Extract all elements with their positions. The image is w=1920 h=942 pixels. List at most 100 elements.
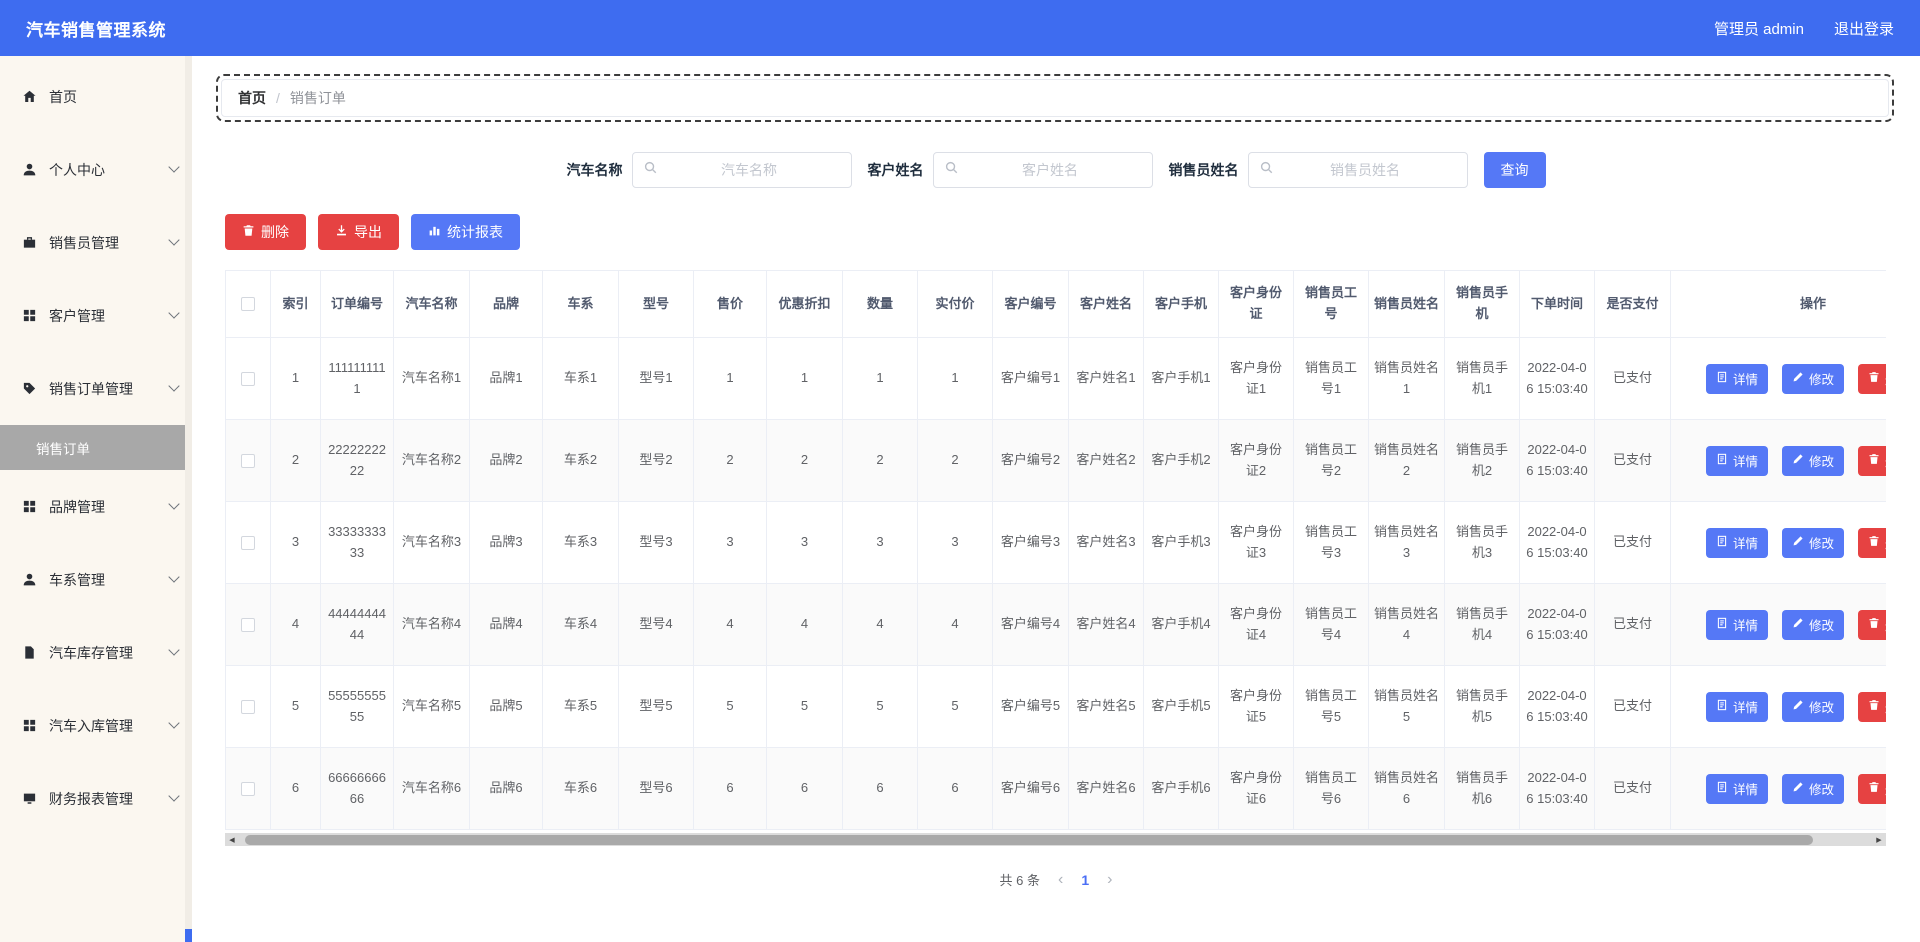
- filter-group-2: 销售员姓名: [1169, 152, 1468, 188]
- detail-button[interactable]: 详情: [1705, 527, 1768, 558]
- delete-button[interactable]: 删除: [225, 214, 306, 250]
- cell-brand: 品牌4: [469, 583, 543, 666]
- row-delete-button-label: 删除: [1885, 451, 1886, 470]
- page-number-1[interactable]: 1: [1081, 872, 1089, 888]
- detail-button[interactable]: 详情: [1705, 773, 1768, 804]
- row-checkbox[interactable]: [241, 781, 255, 796]
- cell-customer-name: 客户姓名1: [1068, 337, 1144, 420]
- cell-pay-status: 已支付: [1594, 501, 1671, 584]
- orders-table-container: 索引 订单编号 汽车名称 品牌 车系 型号 售价 优惠折扣 数量 实付价 客户编号 客户姓名 客户手机客…: [225, 270, 1886, 830]
- trash-icon: [1868, 617, 1880, 632]
- row-delete-button[interactable]: 删除: [1858, 773, 1886, 804]
- row-delete-button[interactable]: 删除: [1858, 363, 1886, 394]
- row-checkbox[interactable]: [241, 535, 255, 550]
- row-delete-button[interactable]: 删除: [1858, 445, 1886, 476]
- column-header-17: 下单时间: [1519, 270, 1595, 338]
- edit-button[interactable]: 修改: [1781, 363, 1844, 394]
- sidebar-item-3[interactable]: 客户管理: [0, 279, 192, 352]
- cell-customer-no: 客户编号1: [992, 337, 1069, 420]
- sidebar-scrollbar[interactable]: [185, 56, 192, 942]
- cell-series: 车系2: [542, 419, 619, 502]
- chevron-down-icon: [168, 571, 180, 583]
- sidebar-item-6[interactable]: 车系管理: [0, 543, 192, 616]
- select-all-checkbox[interactable]: [241, 297, 255, 312]
- export-button[interactable]: 导出: [318, 214, 399, 250]
- table-row: 3 3333333333 汽车名称3 品牌3 车系3 型号3 3 3 3 3 客户编号3 客户姓名3 客…: [225, 501, 1886, 584]
- cell-order-no: 2222222222: [320, 419, 394, 502]
- main-content: 首页 / 销售订单 汽车名称客户姓名销售员姓名查询 删除 导出 统计报表: [192, 56, 1920, 942]
- prev-page-icon[interactable]: ‹: [1058, 871, 1063, 888]
- row-checkbox[interactable]: [241, 371, 255, 386]
- row-delete-button[interactable]: 删除: [1858, 691, 1886, 722]
- edit-button[interactable]: 修改: [1781, 445, 1844, 476]
- cell-quantity: 4: [842, 583, 918, 666]
- cell-customer-phone: 客户手机4: [1143, 583, 1219, 666]
- row-delete-button-label: 删除: [1885, 369, 1886, 388]
- search-button[interactable]: 查询: [1483, 152, 1546, 188]
- detail-button[interactable]: 详情: [1705, 691, 1768, 722]
- scroll-right-arrow-icon[interactable]: ▶: [1872, 833, 1886, 846]
- report-button[interactable]: 统计报表: [411, 214, 520, 250]
- column-header-10: 客户编号: [992, 270, 1069, 338]
- detail-button[interactable]: 详情: [1705, 363, 1768, 394]
- cell-order-time: 2022-04-06 15:03:40: [1519, 337, 1595, 420]
- cell-quantity: 6: [842, 747, 918, 830]
- horizontal-scrollbar[interactable]: ◀ ▶: [225, 833, 1886, 846]
- cell-series: 车系6: [542, 747, 619, 830]
- sidebar-item-0[interactable]: 首页: [0, 60, 192, 133]
- breadcrumb-home[interactable]: 首页: [238, 88, 266, 108]
- edit-button[interactable]: 修改: [1781, 609, 1844, 640]
- row-delete-button[interactable]: 删除: [1858, 527, 1886, 558]
- edit-button[interactable]: 修改: [1781, 527, 1844, 558]
- sidebar-item-2[interactable]: 销售员管理: [0, 206, 192, 279]
- column-header-3: 品牌: [469, 270, 543, 338]
- detail-button[interactable]: 详情: [1705, 445, 1768, 476]
- row-checkbox[interactable]: [241, 617, 255, 632]
- horizontal-scrollbar-track[interactable]: [239, 833, 1872, 846]
- column-header-7: 优惠折扣: [766, 270, 843, 338]
- chevron-down-icon: [168, 234, 180, 246]
- sidebar-item-4[interactable]: 销售订单管理: [0, 352, 192, 425]
- filter-input-0[interactable]: [657, 162, 841, 178]
- edit-button[interactable]: 修改: [1781, 691, 1844, 722]
- cell-customer-id-card: 客户身份证3: [1218, 501, 1294, 584]
- search-icon: [643, 160, 658, 180]
- cell-salesman-phone: 销售员手机5: [1444, 665, 1520, 748]
- filter-input-2[interactable]: [1273, 162, 1457, 178]
- row-delete-button[interactable]: 删除: [1858, 609, 1886, 640]
- filter-input-1[interactable]: [958, 162, 1142, 178]
- cell-paid-amount: 5: [917, 665, 993, 748]
- cell-salesman-name: 销售员姓名6: [1368, 747, 1445, 830]
- sidebar-item-8[interactable]: 汽车入库管理: [0, 689, 192, 762]
- cell-discount: 4: [766, 583, 843, 666]
- row-checkbox-cell: [225, 665, 271, 748]
- cell-brand: 品牌6: [469, 747, 543, 830]
- row-checkbox[interactable]: [241, 699, 255, 714]
- sidebar-item-5[interactable]: 品牌管理: [0, 470, 192, 543]
- sidebar-item-7[interactable]: 汽车库存管理: [0, 616, 192, 689]
- search-icon: [944, 160, 959, 180]
- next-page-icon[interactable]: ›: [1107, 871, 1112, 888]
- sidebar-item-1[interactable]: 个人中心: [0, 133, 192, 206]
- row-checkbox[interactable]: [241, 453, 255, 468]
- horizontal-scrollbar-thumb[interactable]: [245, 834, 1813, 845]
- monitor-icon: [22, 791, 37, 806]
- cell-pay-status: 已支付: [1594, 747, 1671, 830]
- scroll-left-arrow-icon[interactable]: ◀: [225, 833, 239, 846]
- logout-link[interactable]: 退出登录: [1834, 18, 1894, 39]
- cell-price: 2: [693, 419, 767, 502]
- cell-customer-phone: 客户手机5: [1143, 665, 1219, 748]
- detail-button[interactable]: 详情: [1705, 609, 1768, 640]
- sidebar-scrollbar-thumb[interactable]: [185, 929, 192, 942]
- trash-icon: [1868, 535, 1880, 550]
- sidebar-item-9[interactable]: 财务报表管理: [0, 762, 192, 835]
- cell-customer-phone: 客户手机6: [1143, 747, 1219, 830]
- briefcase-icon: [22, 235, 37, 250]
- cell-order-time: 2022-04-06 15:03:40: [1519, 583, 1595, 666]
- grid-icon: [22, 718, 37, 733]
- cell-pay-status: 已支付: [1594, 583, 1671, 666]
- sidebar-subitem-4-0[interactable]: 销售订单: [0, 425, 192, 470]
- edit-button[interactable]: 修改: [1781, 773, 1844, 804]
- search-icon: [1259, 160, 1274, 180]
- cell-series: 车系1: [542, 337, 619, 420]
